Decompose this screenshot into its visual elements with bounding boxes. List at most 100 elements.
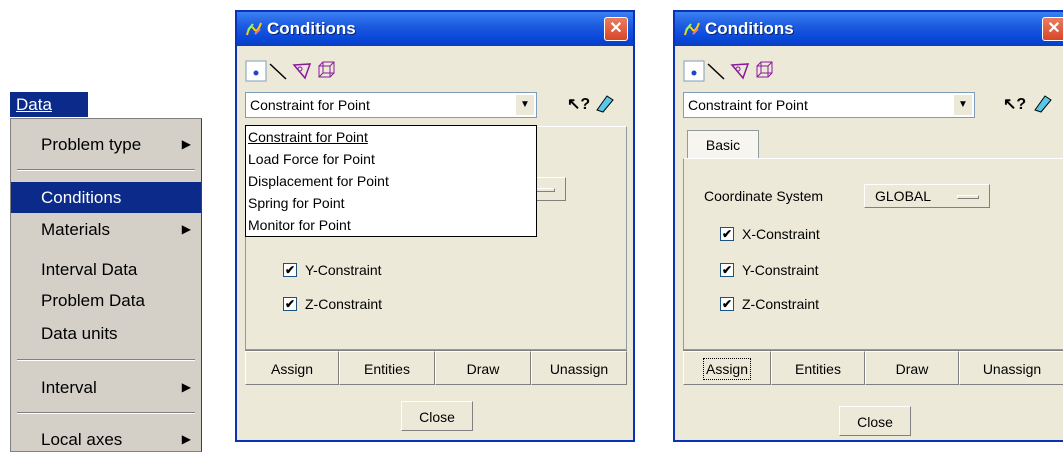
coordinate-system-value: GLOBAL <box>875 188 932 204</box>
menu-indicator-icon <box>957 195 979 199</box>
y-constraint-checkbox[interactable]: ✔ Y-Constraint <box>283 259 483 281</box>
coordinate-system-label: Coordinate System <box>704 185 874 207</box>
entities-button[interactable]: Entities <box>339 351 435 385</box>
menu-separator <box>17 359 195 361</box>
app-icon <box>684 22 700 36</box>
close-icon[interactable]: ✕ <box>1042 17 1063 41</box>
draw-button[interactable]: Draw <box>435 351 531 385</box>
condition-type-select[interactable]: Constraint for Point ▼ <box>245 92 537 118</box>
tab-basic[interactable]: Basic <box>687 130 759 159</box>
checkbox-icon[interactable]: ✔ <box>720 227 734 241</box>
condition-panel: Coordinate System GLOBAL ✔ X-Constraint … <box>683 158 1063 350</box>
dropdown-option[interactable]: Monitor for Point <box>246 214 536 236</box>
point-icon[interactable] <box>683 60 705 82</box>
eraser-icon[interactable] <box>1031 92 1053 114</box>
surface-icon[interactable] <box>291 60 313 82</box>
checkbox-icon[interactable]: ✔ <box>283 263 297 277</box>
surface-icon[interactable] <box>729 60 751 82</box>
close-icon[interactable]: ✕ <box>604 17 628 41</box>
line-icon[interactable] <box>267 60 289 82</box>
action-button-bar: Assign Entities Draw Unassign <box>683 350 1063 385</box>
dropdown-option[interactable]: Load Force for Point <box>246 148 536 170</box>
unassign-button[interactable]: Unassign <box>531 351 627 385</box>
checkbox-label: Z-Constraint <box>742 296 820 312</box>
help-icon[interactable]: ↖? <box>1003 94 1026 114</box>
draw-button[interactable]: Draw <box>865 351 959 385</box>
coordinate-system-button[interactable]: GLOBAL <box>864 184 990 208</box>
unassign-button[interactable]: Unassign <box>959 351 1063 385</box>
volume-icon[interactable] <box>315 60 337 82</box>
menu-item-label: Conditions <box>41 188 122 207</box>
action-button-bar: Assign Entities Draw Unassign <box>245 350 627 385</box>
dropdown-option[interactable]: Displacement for Point <box>246 170 536 192</box>
point-icon[interactable] <box>245 60 267 82</box>
chevron-down-icon[interactable]: ▼ <box>954 95 972 115</box>
data-menu-title[interactable]: Data <box>10 92 88 117</box>
checkbox-label: Z-Constraint <box>305 296 383 312</box>
assign-button-label: Assign <box>270 361 314 377</box>
menu-item-interval[interactable]: Interval ▶ <box>11 372 201 403</box>
z-constraint-checkbox[interactable]: ✔ Z-Constraint <box>283 293 483 315</box>
y-constraint-checkbox[interactable]: ✔ Y-Constraint <box>720 259 920 281</box>
submenu-arrow-icon: ▶ <box>181 137 191 151</box>
eraser-icon[interactable] <box>593 92 615 114</box>
x-constraint-checkbox[interactable]: ✔ X-Constraint <box>720 223 920 245</box>
dropdown-option[interactable]: Constraint for Point <box>246 126 536 148</box>
menu-item-label: Data units <box>41 324 118 343</box>
close-button[interactable]: Close <box>839 406 911 436</box>
assign-button[interactable]: Assign <box>245 351 339 385</box>
menu-item-label: Problem Data <box>41 291 145 310</box>
menu-separator <box>17 412 195 414</box>
unassign-button-label: Unassign <box>982 361 1042 377</box>
checkbox-label: Y-Constraint <box>742 262 819 278</box>
menu-item-data-units[interactable]: Data units <box>11 318 201 349</box>
checkbox-icon[interactable]: ✔ <box>720 263 734 277</box>
z-constraint-checkbox[interactable]: ✔ Z-Constraint <box>720 293 920 315</box>
close-button[interactable]: Close <box>401 401 473 431</box>
dropdown-option[interactable]: Spring for Point <box>246 192 536 214</box>
menu-item-problem-type[interactable]: Problem type ▶ <box>11 129 201 160</box>
menu-item-materials[interactable]: Materials ▶ <box>11 214 201 245</box>
entities-button-label: Entities <box>364 361 410 377</box>
app-icon <box>246 22 262 36</box>
draw-button-label: Draw <box>466 361 500 377</box>
window-title: Conditions <box>267 19 356 38</box>
volume-icon[interactable] <box>753 60 775 82</box>
close-button-label: Close <box>419 409 455 425</box>
help-icon[interactable]: ↖? <box>567 94 590 114</box>
submenu-arrow-icon: ▶ <box>181 432 191 446</box>
checkbox-label: X-Constraint <box>742 226 820 242</box>
line-icon[interactable] <box>705 60 727 82</box>
menu-item-label: Interval <box>41 378 97 397</box>
checkbox-icon[interactable]: ✔ <box>720 297 734 311</box>
data-menu: Problem type ▶ Conditions Materials ▶ In… <box>10 118 202 452</box>
condition-type-value: Constraint for Point <box>688 97 808 113</box>
menu-item-label: Materials <box>41 220 110 239</box>
condition-type-dropdown-list: Constraint for Point Load Force for Poin… <box>245 125 537 237</box>
condition-type-value: Constraint for Point <box>250 97 370 113</box>
menu-item-local-axes[interactable]: Local axes ▶ <box>11 424 201 455</box>
entity-type-toolbar <box>683 60 803 82</box>
menu-item-interval-data[interactable]: Interval Data <box>11 254 201 285</box>
condition-type-select[interactable]: Constraint for Point ▼ <box>683 92 975 118</box>
menu-item-label: Problem type <box>41 135 142 154</box>
menu-item-conditions[interactable]: Conditions <box>11 182 201 213</box>
menu-item-problem-data[interactable]: Problem Data <box>11 285 201 316</box>
coordinate-system-label-text: Coordinate System <box>704 188 824 204</box>
draw-button-label: Draw <box>895 361 929 377</box>
chevron-down-icon[interactable]: ▼ <box>516 95 534 115</box>
checkbox-icon[interactable]: ✔ <box>283 297 297 311</box>
tab-basic-label: Basic <box>705 137 741 153</box>
close-button-label: Close <box>857 414 893 430</box>
data-menu-title-label: Data <box>16 95 52 114</box>
assign-button[interactable]: Assign <box>683 351 771 385</box>
entity-type-toolbar <box>245 60 365 82</box>
window-title: Conditions <box>705 19 794 38</box>
entities-button-label: Entities <box>795 361 841 377</box>
conditions-window-dropdown-open: Conditions ✕ Constraint for Point ▼ ↖? ✔… <box>235 10 635 442</box>
title-bar[interactable]: Conditions ✕ <box>237 12 633 46</box>
checkbox-label: Y-Constraint <box>305 262 382 278</box>
menu-item-label: Local axes <box>41 430 123 449</box>
title-bar[interactable]: Conditions ✕ <box>675 12 1063 46</box>
entities-button[interactable]: Entities <box>771 351 865 385</box>
